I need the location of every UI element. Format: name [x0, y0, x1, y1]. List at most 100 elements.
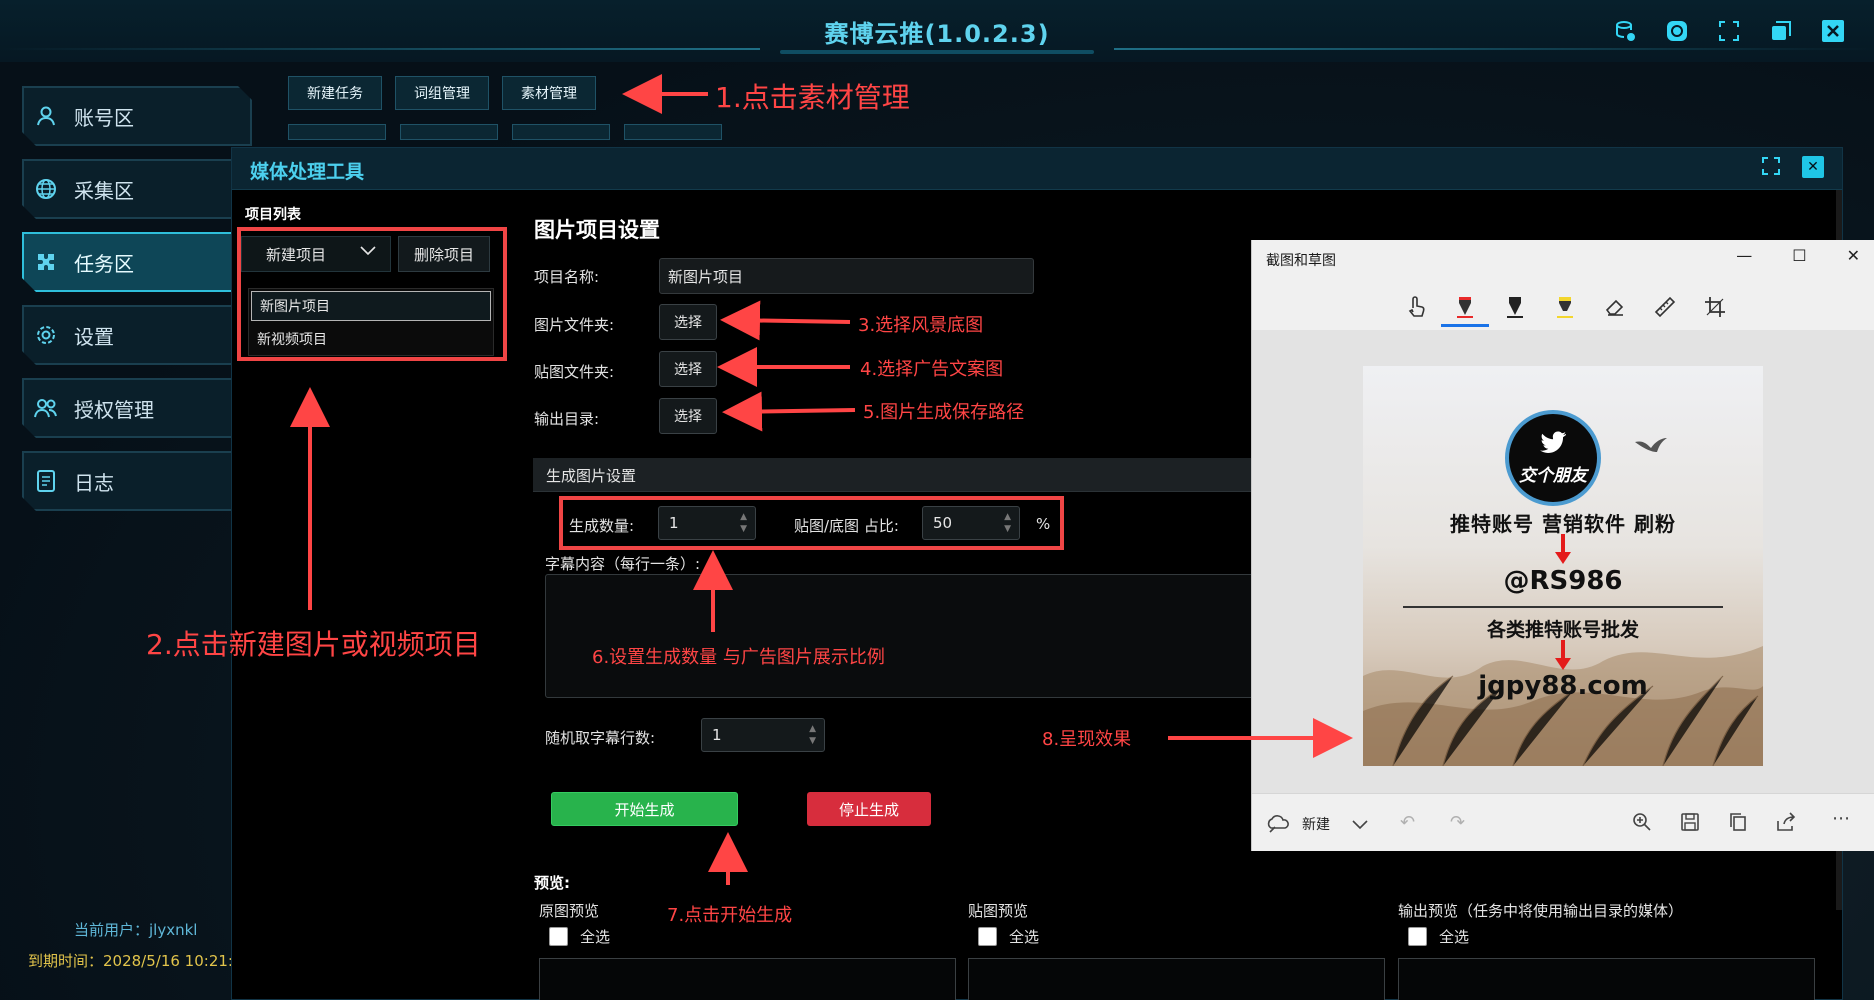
title-decoration — [780, 50, 1094, 54]
new-snip-label[interactable]: 新建 — [1302, 814, 1330, 834]
eraser-icon[interactable] — [1602, 294, 1628, 320]
snip-toolbar — [1252, 278, 1874, 330]
fullscreen-icon[interactable] — [1762, 157, 1780, 180]
choose-output-dir-button[interactable]: 选择 — [659, 398, 717, 434]
checkbox[interactable] — [1408, 927, 1427, 946]
close-icon[interactable]: ✕ — [1802, 156, 1824, 178]
tab-material-manage[interactable]: 素材管理 — [502, 76, 596, 110]
stepper-arrows-icon[interactable]: ▲ ▼ — [809, 723, 816, 747]
annotation-7: 7.点击开始生成 — [667, 905, 793, 926]
globe-icon — [34, 177, 58, 201]
random-lines-label: 随机取字幕行数: — [545, 729, 656, 747]
tab-row-2 — [288, 124, 386, 140]
maximize-icon[interactable]: ☐ — [1792, 246, 1806, 265]
choose-sticker-folder-button[interactable]: 选择 — [659, 351, 717, 387]
ruler-icon[interactable] — [1652, 294, 1678, 320]
window-controls — [1612, 18, 1846, 44]
checkbox[interactable] — [978, 927, 997, 946]
annotation-6: 6.设置生成数量 与广告图片展示比例 — [592, 647, 885, 668]
sidebar-item-account[interactable]: 账号区 — [22, 86, 252, 146]
annotation-5: 5.图片生成保存路径 — [863, 402, 1025, 423]
sidebar: 账号区 采集区 任务区 设置 授权管理 日志 — [22, 86, 252, 524]
stepper-arrows-icon[interactable]: ▲ ▼ — [740, 511, 747, 535]
ad-url: jgpy88.com — [1478, 671, 1648, 701]
sidebar-item-label: 日志 — [74, 470, 114, 495]
start-generate-button[interactable]: 开始生成 — [551, 792, 738, 826]
sticker-folder-label: 贴图文件夹: — [534, 363, 615, 381]
tab-new-task[interactable]: 新建任务 — [288, 76, 382, 110]
ratio-value: 50 — [933, 514, 953, 532]
sidebar-item-collect[interactable]: 采集区 — [22, 159, 252, 219]
checkbox[interactable] — [549, 927, 568, 946]
count-stepper[interactable]: 1 ▲ ▼ — [658, 506, 756, 540]
project-list-label: 项目列表 — [245, 207, 301, 223]
sidebar-item-settings[interactable]: 设置 — [22, 305, 252, 365]
select-all-output[interactable]: 全选 — [1408, 926, 1469, 947]
minimize-icon[interactable]: — — [1736, 246, 1752, 265]
preview-frame-output — [1398, 958, 1815, 1000]
preview-frame-original — [539, 958, 956, 1000]
sidebar-item-task[interactable]: 任务区 — [22, 232, 252, 292]
image-folder-label: 图片文件夹: — [534, 316, 615, 334]
select-all-sticker[interactable]: 全选 — [978, 926, 1039, 947]
stepper-arrows-icon[interactable]: ▲ ▼ — [1004, 511, 1011, 535]
share-icon[interactable] — [1776, 812, 1796, 837]
delete-project-button[interactable]: 删除项目 — [398, 236, 490, 272]
new-snip-icon[interactable] — [1266, 812, 1290, 839]
ballpoint-pen-icon[interactable] — [1452, 294, 1478, 320]
snip-title-bar: 截图和草图 — ☐ ✕ — [1252, 240, 1874, 278]
current-user: 当前用户：jlyxnkl — [74, 921, 198, 939]
random-lines-stepper[interactable]: 1 ▲ ▼ — [701, 718, 825, 752]
new-project-dropdown[interactable]: 新建项目 — [241, 236, 391, 272]
choose-image-folder-button[interactable]: 选择 — [659, 304, 717, 340]
project-name-input[interactable] — [659, 258, 1034, 294]
close-icon[interactable]: ✕ — [1847, 246, 1860, 265]
undo-icon[interactable]: ↶ — [1400, 812, 1415, 833]
users-icon — [34, 396, 58, 420]
dialog-header: 媒体处理工具 ✕ — [232, 148, 1842, 190]
active-tool-indicator — [1441, 324, 1489, 327]
preview-column-original: 原图预览 — [539, 900, 599, 921]
pencil-icon[interactable] — [1502, 294, 1528, 320]
highlighter-icon[interactable] — [1552, 294, 1578, 320]
tab-row-2 — [624, 124, 722, 140]
ad-line-1: 推特账号 营销软件 刷粉 — [1450, 512, 1676, 536]
chevron-down-icon[interactable] — [1352, 814, 1368, 835]
database-icon[interactable] — [1612, 18, 1638, 44]
annotation-1: 1.点击素材管理 — [715, 81, 910, 114]
touch-writing-icon[interactable] — [1403, 294, 1429, 320]
list-item[interactable]: 新图片项目 — [251, 291, 491, 321]
select-all-original[interactable]: 全选 — [549, 926, 610, 947]
redo-icon[interactable]: ↷ — [1450, 812, 1465, 833]
ad-line-2: 各类推特账号批发 — [1486, 619, 1639, 641]
sidebar-item-label: 授权管理 — [74, 397, 154, 422]
list-item[interactable]: 新视频项目 — [249, 323, 493, 355]
stop-generate-button[interactable]: 停止生成 — [807, 792, 931, 826]
close-icon[interactable] — [1820, 18, 1846, 44]
result-preview-image: 交个朋友 推特账号 营销软件 刷粉 @RS986 各类推特账号批发 jgpy88… — [1363, 366, 1763, 766]
tab-phrase-manage[interactable]: 词组管理 — [395, 76, 489, 110]
caption-label: 字幕内容（每行一条）: — [545, 555, 701, 573]
puzzle-icon — [34, 250, 58, 274]
copy-icon[interactable] — [1728, 812, 1748, 837]
snip-title: 截图和草图 — [1266, 253, 1336, 269]
section-title: 图片项目设置 — [534, 218, 660, 242]
select-all-label: 全选 — [580, 928, 611, 946]
crop-icon[interactable] — [1702, 294, 1728, 320]
preview-label: 预览: — [534, 874, 570, 892]
divider — [1403, 606, 1723, 608]
refresh-icon[interactable] — [1664, 18, 1690, 44]
save-icon[interactable] — [1680, 812, 1700, 837]
fullscreen-icon[interactable] — [1716, 18, 1742, 44]
restore-icon[interactable] — [1768, 18, 1794, 44]
more-icon[interactable]: ⋯ — [1832, 808, 1850, 829]
zoom-icon[interactable] — [1632, 812, 1652, 837]
project-name-label: 项目名称: — [534, 268, 600, 286]
sidebar-item-label: 任务区 — [74, 251, 134, 276]
dialog-title: 媒体处理工具 — [250, 161, 365, 183]
ratio-stepper[interactable]: 50 ▲ ▼ — [922, 506, 1020, 540]
sidebar-item-license[interactable]: 授权管理 — [22, 378, 252, 438]
ratio-unit: % — [1036, 515, 1051, 533]
sidebar-item-log[interactable]: 日志 — [22, 451, 252, 511]
annotation-2: 2.点击新建图片或视频项目 — [146, 628, 481, 661]
